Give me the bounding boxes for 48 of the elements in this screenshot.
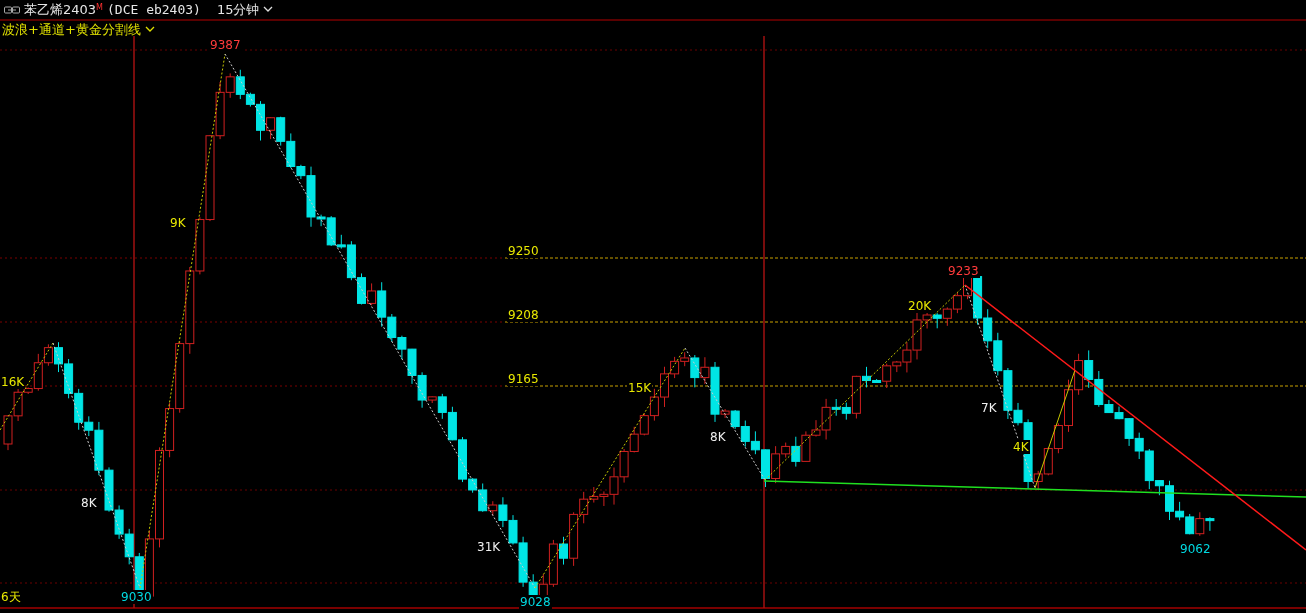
candlestick bbox=[619, 448, 629, 484]
price-label: 9028 bbox=[519, 595, 552, 609]
candlestick bbox=[54, 341, 63, 373]
candlestick bbox=[639, 412, 649, 436]
candlestick bbox=[1074, 353, 1084, 396]
candlestick bbox=[114, 504, 124, 540]
candlestick bbox=[952, 292, 962, 314]
caret-icon bbox=[144, 26, 155, 34]
candlestick bbox=[447, 406, 457, 441]
wave-label: 20K bbox=[907, 299, 933, 313]
wave-label: 7K bbox=[980, 401, 998, 415]
price-level-label: 9165 bbox=[507, 372, 540, 386]
candlestick bbox=[740, 420, 750, 448]
caret-icon bbox=[263, 6, 274, 13]
wave-label: 15K bbox=[627, 381, 653, 395]
price-level-label: 9250 bbox=[507, 244, 540, 258]
period-dropdown[interactable]: 15分钟 bbox=[216, 0, 274, 20]
candlestick bbox=[1185, 513, 1195, 535]
candlestick bbox=[649, 388, 659, 422]
candlestick bbox=[64, 358, 74, 399]
price-level-label: 9208 bbox=[507, 308, 540, 322]
wave-label: 31K bbox=[476, 540, 502, 554]
candlestick bbox=[993, 332, 1003, 376]
wave-label: 8K bbox=[80, 496, 98, 510]
contract-title: 苯乙烯2403$^{M}$ bbox=[24, 0, 103, 19]
candlestick bbox=[629, 426, 639, 453]
candlestick bbox=[1043, 446, 1053, 476]
indicator-dropdown[interactable]: 波浪+通道+黄金分割线 bbox=[2, 20, 155, 40]
link-icon[interactable] bbox=[4, 5, 20, 14]
contract-code: (DCE eb2403) bbox=[107, 0, 201, 19]
candlestick bbox=[357, 272, 366, 305]
price-label: 9387 bbox=[209, 38, 242, 52]
wave-label: 8K bbox=[709, 430, 727, 444]
price-level-label: 6天 bbox=[0, 590, 22, 604]
candlestick bbox=[942, 306, 952, 327]
price-label: 9233 bbox=[947, 264, 980, 278]
candlestick bbox=[932, 312, 942, 329]
wave-label: 9K bbox=[169, 216, 187, 230]
candlestick bbox=[124, 528, 134, 565]
candlestick bbox=[1084, 349, 1094, 389]
price-label: 9030 bbox=[120, 590, 153, 604]
wave-label: 16K bbox=[0, 375, 26, 389]
price-label: 9062 bbox=[1179, 542, 1212, 556]
candlestick bbox=[276, 116, 286, 147]
candlestick bbox=[983, 308, 993, 349]
candlestick bbox=[3, 414, 13, 451]
candlestick bbox=[104, 466, 114, 513]
wave-label: 4K bbox=[1012, 440, 1030, 454]
